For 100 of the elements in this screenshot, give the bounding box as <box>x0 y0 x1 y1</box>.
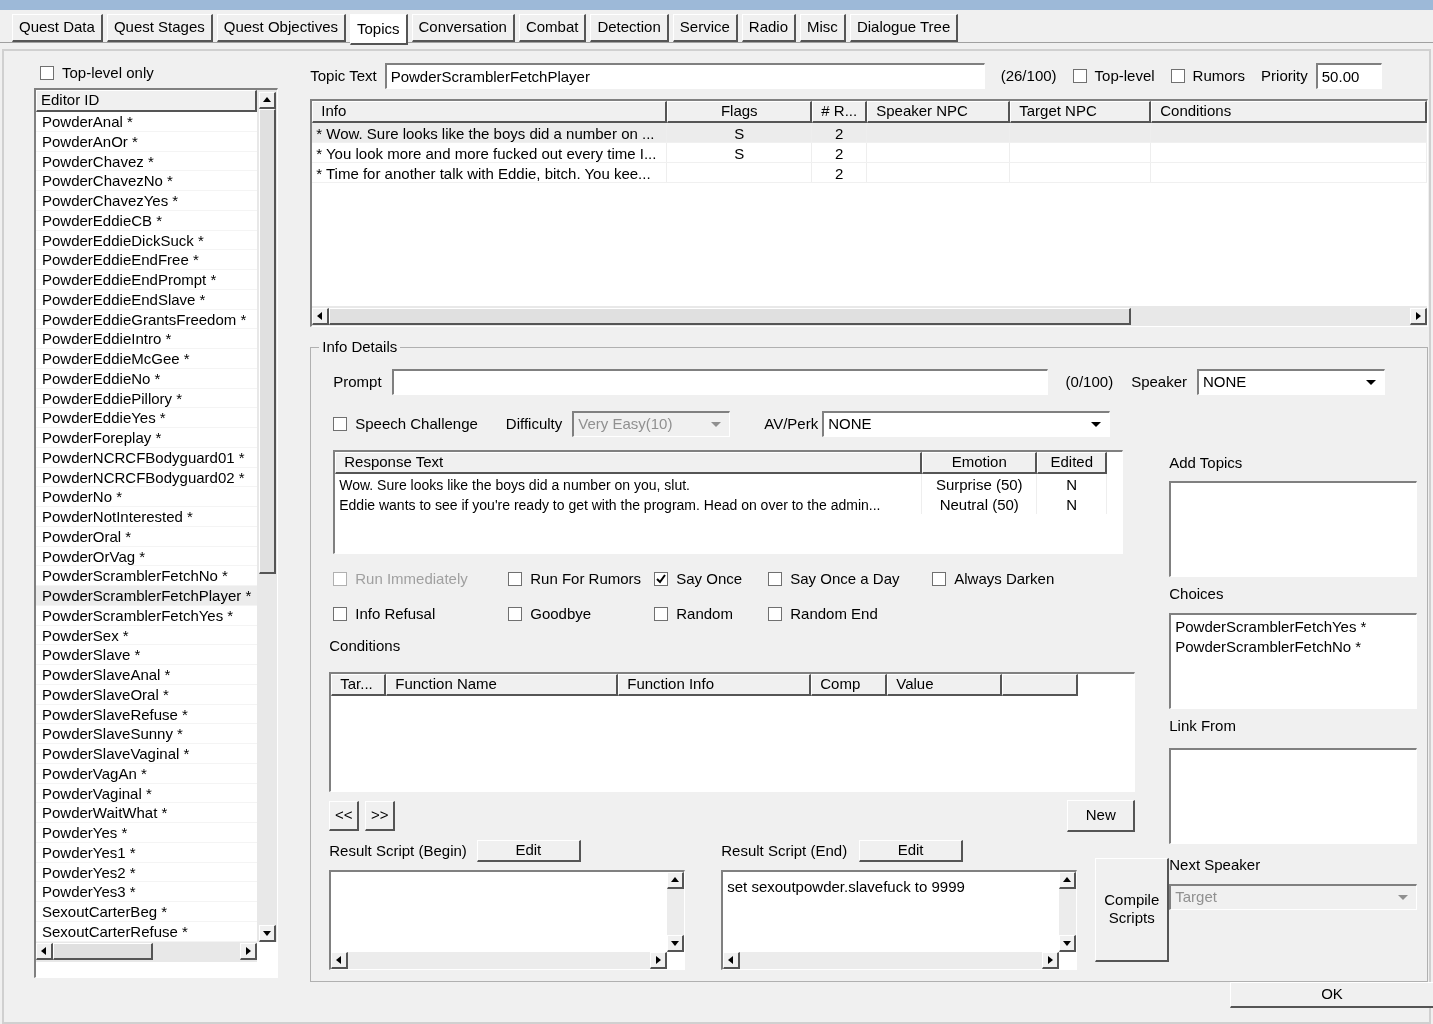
column-header[interactable]: Emotion <box>922 452 1038 474</box>
tab[interactable]: Quest Objectives <box>216 14 346 42</box>
list-item[interactable]: PowderEddieGrantsFreedom * <box>36 309 258 330</box>
list-item[interactable]: PowderEddieCB * <box>36 210 258 231</box>
list-item[interactable]: PowderChavezNo * <box>36 171 258 191</box>
checkbox[interactable]: Speech Challenge <box>333 412 478 436</box>
tab[interactable]: Detection <box>590 14 669 42</box>
column-header[interactable]: Flags <box>667 101 813 123</box>
compile-scripts-button[interactable]: Compile Scripts <box>1095 857 1170 962</box>
av-perk-dropdown[interactable]: NONE <box>822 411 1111 437</box>
add-topics-list[interactable] <box>1169 480 1418 577</box>
list-item[interactable]: PowderEddieEndFree * <box>36 250 258 270</box>
scroll-right-icon[interactable] <box>240 943 258 960</box>
table-row[interactable]: * You look more and more fucked out every time I... S 2 <box>312 143 1428 163</box>
prompt-field[interactable] <box>391 369 1048 395</box>
button[interactable]: << <box>329 800 360 831</box>
column-header[interactable] <box>1002 673 1079 696</box>
button[interactable]: New <box>1067 799 1136 832</box>
list-item[interactable]: PowderEddieMcGee * <box>36 349 258 369</box>
list-item[interactable]: SexoutCarterBeg * <box>36 902 258 922</box>
list-item[interactable]: PowderAnOr * <box>36 131 258 152</box>
scroll-right-icon[interactable] <box>1042 952 1060 969</box>
scroll-right-icon[interactable] <box>1410 307 1428 325</box>
list-item[interactable]: PowderVagAn * <box>36 763 258 784</box>
list-item[interactable]: PowderEddieEndSlave * <box>36 289 258 310</box>
column-header[interactable]: Response Text <box>335 452 923 474</box>
scrollbar[interactable] <box>36 941 258 962</box>
priority-field[interactable]: 50.00 <box>1315 63 1382 89</box>
checkbox[interactable]: Random <box>654 602 769 625</box>
list-item[interactable]: PowderAnal * <box>36 112 258 132</box>
list-item[interactable]: PowderChavez * <box>36 151 258 172</box>
checkbox[interactable]: Goodbye <box>508 602 655 625</box>
column-header[interactable]: Value <box>887 673 1003 696</box>
scroll-down-icon[interactable] <box>258 924 276 942</box>
column-header[interactable]: Edited <box>1037 452 1108 474</box>
scroll-thumb[interactable] <box>53 943 153 960</box>
scroll-left-icon[interactable] <box>312 307 330 325</box>
list-item[interactable]: SexoutCarterRefuse * <box>36 921 258 942</box>
list-item[interactable]: PowderSlave * <box>36 645 258 665</box>
tab[interactable]: Service <box>672 14 738 42</box>
list-item[interactable]: PowderWaitWhat * <box>36 803 258 823</box>
scroll-up-icon[interactable] <box>667 872 685 889</box>
tab[interactable]: Conversation <box>411 14 515 42</box>
checkbox[interactable]: Say Once a Day <box>768 568 933 591</box>
column-header[interactable]: Editor ID <box>36 90 258 112</box>
tab[interactable]: Quest Stages <box>106 14 213 42</box>
list-item[interactable]: PowderVaginal * <box>36 783 258 804</box>
checkbox[interactable]: Say Once <box>654 568 769 591</box>
list-item[interactable]: PowderYes2 * <box>36 862 258 883</box>
column-header[interactable]: Function Name <box>386 673 619 696</box>
list-item[interactable]: PowderEddieNo * <box>36 368 258 389</box>
list-item[interactable]: PowderEddieDickSuck * <box>36 230 258 251</box>
list-item[interactable]: PowderNCRCFBodyguard02 * <box>36 467 258 488</box>
list-item[interactable]: PowderSlaveAnal * <box>36 665 258 685</box>
scroll-left-icon[interactable] <box>331 952 349 969</box>
link-from-list[interactable] <box>1169 747 1418 844</box>
tab[interactable]: Dialogue Tree <box>849 14 959 42</box>
tab[interactable]: Quest Data <box>12 14 103 42</box>
column-header[interactable]: Function Info <box>618 673 812 696</box>
response-table[interactable] <box>333 450 1124 554</box>
tab[interactable]: Radio <box>741 14 797 42</box>
list-item[interactable]: PowderEddieEndPrompt * <box>36 270 258 290</box>
tab[interactable]: Combat <box>518 14 587 42</box>
button[interactable]: Edit <box>859 839 964 862</box>
scroll-up-icon[interactable] <box>258 92 276 109</box>
list-item[interactable]: PowderScramblerFetchPlayer * <box>36 586 258 606</box>
scroll-thumb[interactable] <box>258 109 276 574</box>
list-item[interactable]: PowderSlaveVaginal * <box>36 744 258 764</box>
column-header[interactable]: Speaker NPC <box>867 101 1011 123</box>
table-row[interactable]: * Wow. Sure looks like the boys did a number on ... S 2 <box>312 123 1428 143</box>
info-table[interactable] <box>310 99 1429 327</box>
list-item[interactable]: PowderSex * <box>36 625 258 646</box>
column-header[interactable]: # R... <box>812 101 868 123</box>
list-item[interactable]: PowderNotInterested * <box>36 507 258 527</box>
script-editor[interactable] <box>329 870 686 970</box>
speaker-dropdown[interactable]: NONE <box>1197 369 1385 395</box>
list-item[interactable]: PowderSlaveOral * <box>36 684 258 705</box>
column-header[interactable]: Target NPC <box>1010 101 1152 123</box>
list-item[interactable]: PowderYes * <box>36 823 258 843</box>
table-row[interactable]: * Time for another talk with Eddie, bitch. You kee... 2 <box>312 163 1428 183</box>
button[interactable]: Edit <box>476 839 581 862</box>
scroll-up-icon[interactable] <box>1059 872 1077 889</box>
checkbox[interactable]: Rumors <box>1170 64 1246 88</box>
tab[interactable]: Misc <box>800 14 846 42</box>
tab[interactable]: Topics <box>350 14 408 45</box>
list-item[interactable]: PowderSlaveRefuse * <box>36 704 258 725</box>
list-item[interactable]: PowderScramblerFetchNo * <box>1175 637 1413 657</box>
scroll-left-icon[interactable] <box>36 943 53 960</box>
list-item[interactable]: PowderOral * <box>36 526 258 547</box>
list-item[interactable]: PowderNo * <box>36 487 258 507</box>
checkbox[interactable]: Info Refusal <box>333 602 509 625</box>
list-item[interactable]: PowderOrVag * <box>36 546 258 567</box>
list-item[interactable]: PowderChavezYes * <box>36 191 258 211</box>
list-item[interactable]: PowderEddieIntro * <box>36 329 258 349</box>
column-header[interactable]: Conditions <box>1151 101 1428 123</box>
checkbox[interactable]: Always Darken <box>932 568 1083 591</box>
list-item[interactable]: PowderYes1 * <box>36 842 258 863</box>
list-item[interactable]: PowderEddieYes * <box>36 408 258 428</box>
topic-text-field[interactable]: PowderScramblerFetchPlayer <box>384 63 985 89</box>
checkbox[interactable]: Run For Rumors <box>508 568 655 591</box>
